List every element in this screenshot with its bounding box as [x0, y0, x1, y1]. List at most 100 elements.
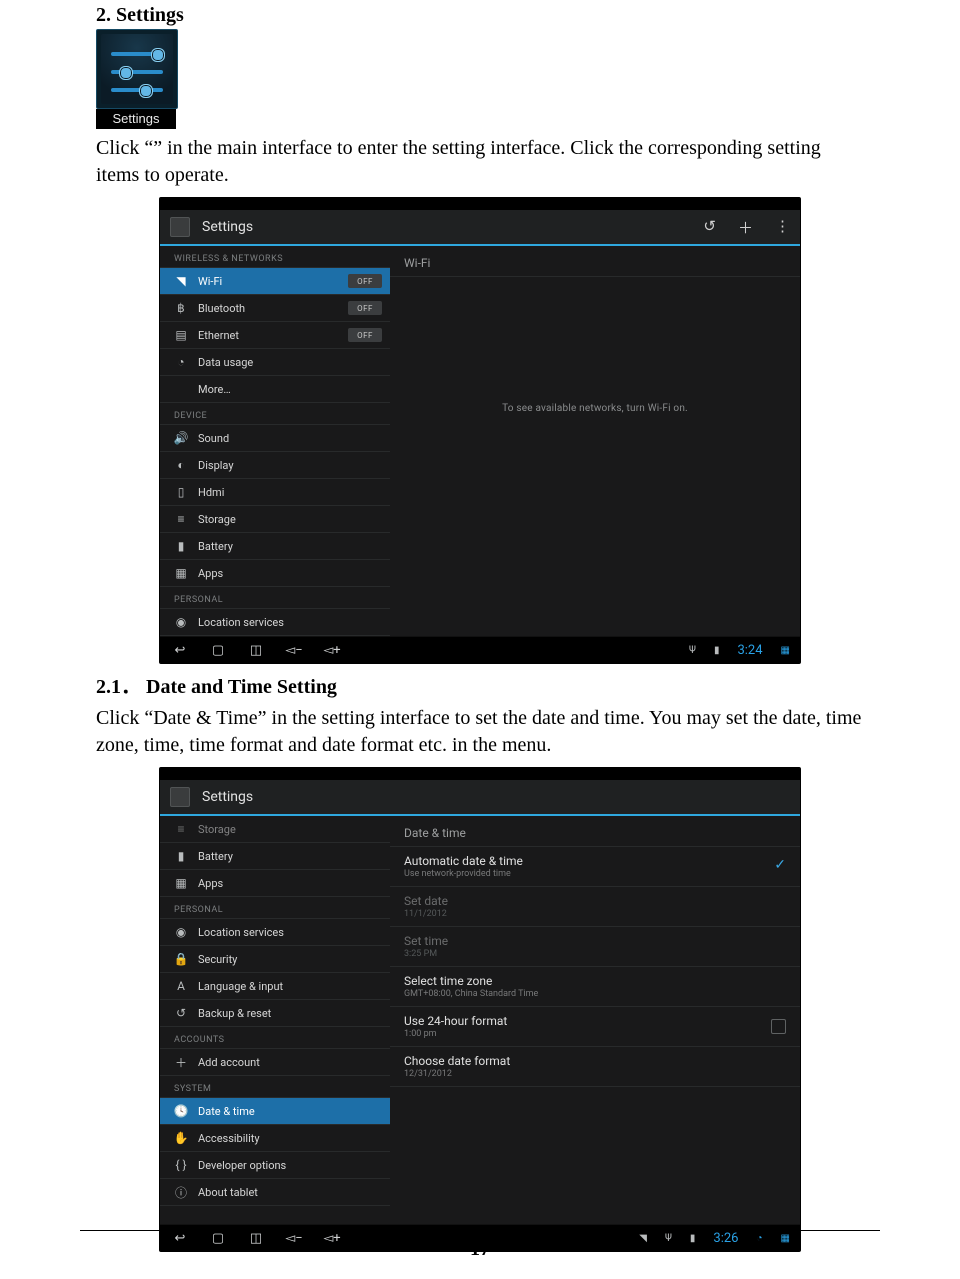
- recent-icon[interactable]: ◫: [246, 642, 266, 658]
- titlebar-title: Settings: [202, 789, 253, 805]
- item-subtitle: GMT+08:00, China Standard Time: [404, 989, 786, 999]
- item-title: Select time zone: [404, 974, 786, 988]
- sidebar-item-wifi[interactable]: ◥ Wi-Fi OFF: [160, 267, 390, 294]
- wifi-icon: ◥: [174, 274, 188, 288]
- heading-2-settings: 2. Settings: [96, 4, 864, 27]
- detail-item-set-date: Set date 11/1/2012: [390, 887, 800, 927]
- settings-quick-icon[interactable]: ▦: [781, 645, 790, 656]
- sidebar-item-battery[interactable]: ▮ Battery: [160, 842, 390, 869]
- settings-app-icon-label: Settings: [96, 109, 176, 129]
- sidebar-item-storage[interactable]: ≡ Storage: [160, 505, 390, 532]
- detail-item-timezone[interactable]: Select time zone GMT+08:00, China Standa…: [390, 967, 800, 1007]
- sidebar-item-more[interactable]: More…: [160, 375, 390, 402]
- sidebar-label: Location services: [198, 616, 284, 629]
- checkbox-icon[interactable]: [771, 1019, 786, 1034]
- sidebar-item-hdmi[interactable]: ▯ Hdmi: [160, 478, 390, 505]
- wifi-toggle[interactable]: OFF: [348, 274, 382, 288]
- settings-detail-pane: Wi-Fi To see available networks, turn Wi…: [390, 246, 800, 636]
- section-personal: PERSONAL: [160, 586, 390, 608]
- sidebar-item-location[interactable]: ◉ Location services: [160, 608, 390, 636]
- heading-2-1: 2.1． Date and Time Setting: [96, 674, 864, 701]
- page-number: 17: [0, 1238, 960, 1261]
- document-page: 2. Settings Settings Click “” in the mai…: [0, 4, 960, 1279]
- sidebar-label: Sound: [198, 432, 229, 445]
- sidebar-item-date-time[interactable]: 🕓 Date & time: [160, 1097, 390, 1124]
- settings-sidebar: ≡ Storage ▮ Battery ▦ Apps PERSONAL ◉ Lo…: [160, 816, 390, 1224]
- sidebar-label: Apps: [198, 567, 223, 580]
- settings-icon: [96, 29, 178, 109]
- sidebar-item-ethernet[interactable]: ▤ Ethernet OFF: [160, 321, 390, 348]
- sidebar-label: Language & input: [198, 980, 283, 993]
- lock-icon: 🔒: [174, 952, 188, 966]
- sidebar-item-battery[interactable]: ▮ Battery: [160, 532, 390, 559]
- section-wireless-networks: WIRELESS & NETWORKS: [160, 246, 390, 267]
- bluetooth-toggle[interactable]: OFF: [348, 301, 382, 315]
- home-icon[interactable]: ▢: [208, 642, 228, 658]
- sidebar-label: Date & time: [198, 1105, 255, 1118]
- detail-header: Date & time: [390, 816, 800, 847]
- sidebar-label: Apps: [198, 877, 223, 890]
- item-title: Set date: [404, 894, 786, 908]
- section-device: DEVICE: [160, 402, 390, 424]
- sidebar-label: Developer options: [198, 1159, 286, 1172]
- sidebar-item-about[interactable]: ⓘ About tablet: [160, 1178, 390, 1206]
- status-bar: [160, 198, 800, 210]
- detail-item-auto-date[interactable]: Automatic date & time Use network-provid…: [390, 847, 800, 887]
- app-titlebar: Settings ↺ ＋ ⋮: [160, 210, 800, 246]
- back-icon[interactable]: ↩: [170, 642, 190, 658]
- sidebar-label: Storage: [198, 823, 236, 836]
- sidebar-item-location[interactable]: ◉ Location services: [160, 918, 390, 945]
- overflow-menu-icon[interactable]: ⋮: [775, 217, 790, 238]
- item-subtitle: 1:00 pm: [404, 1029, 786, 1039]
- sidebar-label: Battery: [198, 540, 233, 553]
- item-subtitle: 3:25 PM: [404, 949, 786, 959]
- app-titlebar: Settings: [160, 780, 800, 816]
- sidebar-item-apps[interactable]: ▦ Apps: [160, 559, 390, 586]
- sidebar-item-sound[interactable]: 🔊 Sound: [160, 424, 390, 451]
- storage-icon: ≡: [174, 512, 188, 526]
- sidebar-label: Battery: [198, 850, 233, 863]
- screenshot-date-time: Settings ≡ Storage ▮ Battery ▦ Apps PERS…: [159, 767, 801, 1252]
- footer-rule: [80, 1230, 880, 1231]
- battery-icon: ▮: [174, 849, 188, 863]
- sidebar-item-backup[interactable]: ↺ Backup & reset: [160, 999, 390, 1026]
- sidebar-item-apps[interactable]: ▦ Apps: [160, 869, 390, 896]
- sidebar-label: Display: [198, 459, 234, 472]
- volume-down-icon[interactable]: ◅−: [284, 642, 304, 658]
- clock: 3:24: [737, 643, 762, 658]
- ethernet-toggle[interactable]: OFF: [348, 328, 382, 342]
- apps-icon: ▦: [174, 876, 188, 890]
- sidebar-item-storage[interactable]: ≡ Storage: [160, 816, 390, 842]
- battery-status-icon: ▮: [714, 645, 720, 656]
- bluetooth-icon: ฿: [174, 301, 188, 315]
- volume-up-icon[interactable]: ◅+: [322, 642, 342, 658]
- wifi-off-message: To see available networks, turn Wi-Fi on…: [390, 277, 800, 539]
- sidebar-item-language[interactable]: A Language & input: [160, 972, 390, 999]
- display-icon: ◐: [174, 458, 188, 472]
- location-icon: ◉: [174, 925, 188, 939]
- storage-icon: ≡: [174, 822, 188, 836]
- detail-item-24h[interactable]: Use 24-hour format 1:00 pm: [390, 1007, 800, 1047]
- settings-detail-pane: Date & time Automatic date & time Use ne…: [390, 816, 800, 1224]
- sidebar-item-developer[interactable]: { } Developer options: [160, 1151, 390, 1178]
- item-subtitle: 11/1/2012: [404, 909, 786, 919]
- location-icon: ◉: [174, 615, 188, 629]
- add-icon[interactable]: ＋: [738, 217, 753, 238]
- sidebar-item-accessibility[interactable]: ✋ Accessibility: [160, 1124, 390, 1151]
- sidebar-label: Security: [198, 953, 237, 966]
- sidebar-item-display[interactable]: ◐ Display: [160, 451, 390, 478]
- heading-2-1-text: 2.1． Date and Time Setting: [96, 676, 337, 698]
- info-icon: ⓘ: [174, 1185, 188, 1199]
- refresh-icon[interactable]: ↺: [703, 217, 716, 238]
- sidebar-item-bluetooth[interactable]: ฿ Bluetooth OFF: [160, 294, 390, 321]
- sidebar-item-add-account[interactable]: ＋ Add account: [160, 1048, 390, 1075]
- developer-icon: { }: [174, 1158, 188, 1172]
- sidebar-item-data-usage[interactable]: ◔ Data usage: [160, 348, 390, 375]
- backup-icon: ↺: [174, 1006, 188, 1020]
- language-icon: A: [174, 979, 188, 993]
- detail-item-date-format[interactable]: Choose date format 12/31/2012: [390, 1047, 800, 1087]
- sidebar-item-security[interactable]: 🔒 Security: [160, 945, 390, 972]
- sound-icon: 🔊: [174, 431, 188, 445]
- settings-glyph-icon: [170, 217, 190, 237]
- sidebar-label: Ethernet: [198, 329, 239, 342]
